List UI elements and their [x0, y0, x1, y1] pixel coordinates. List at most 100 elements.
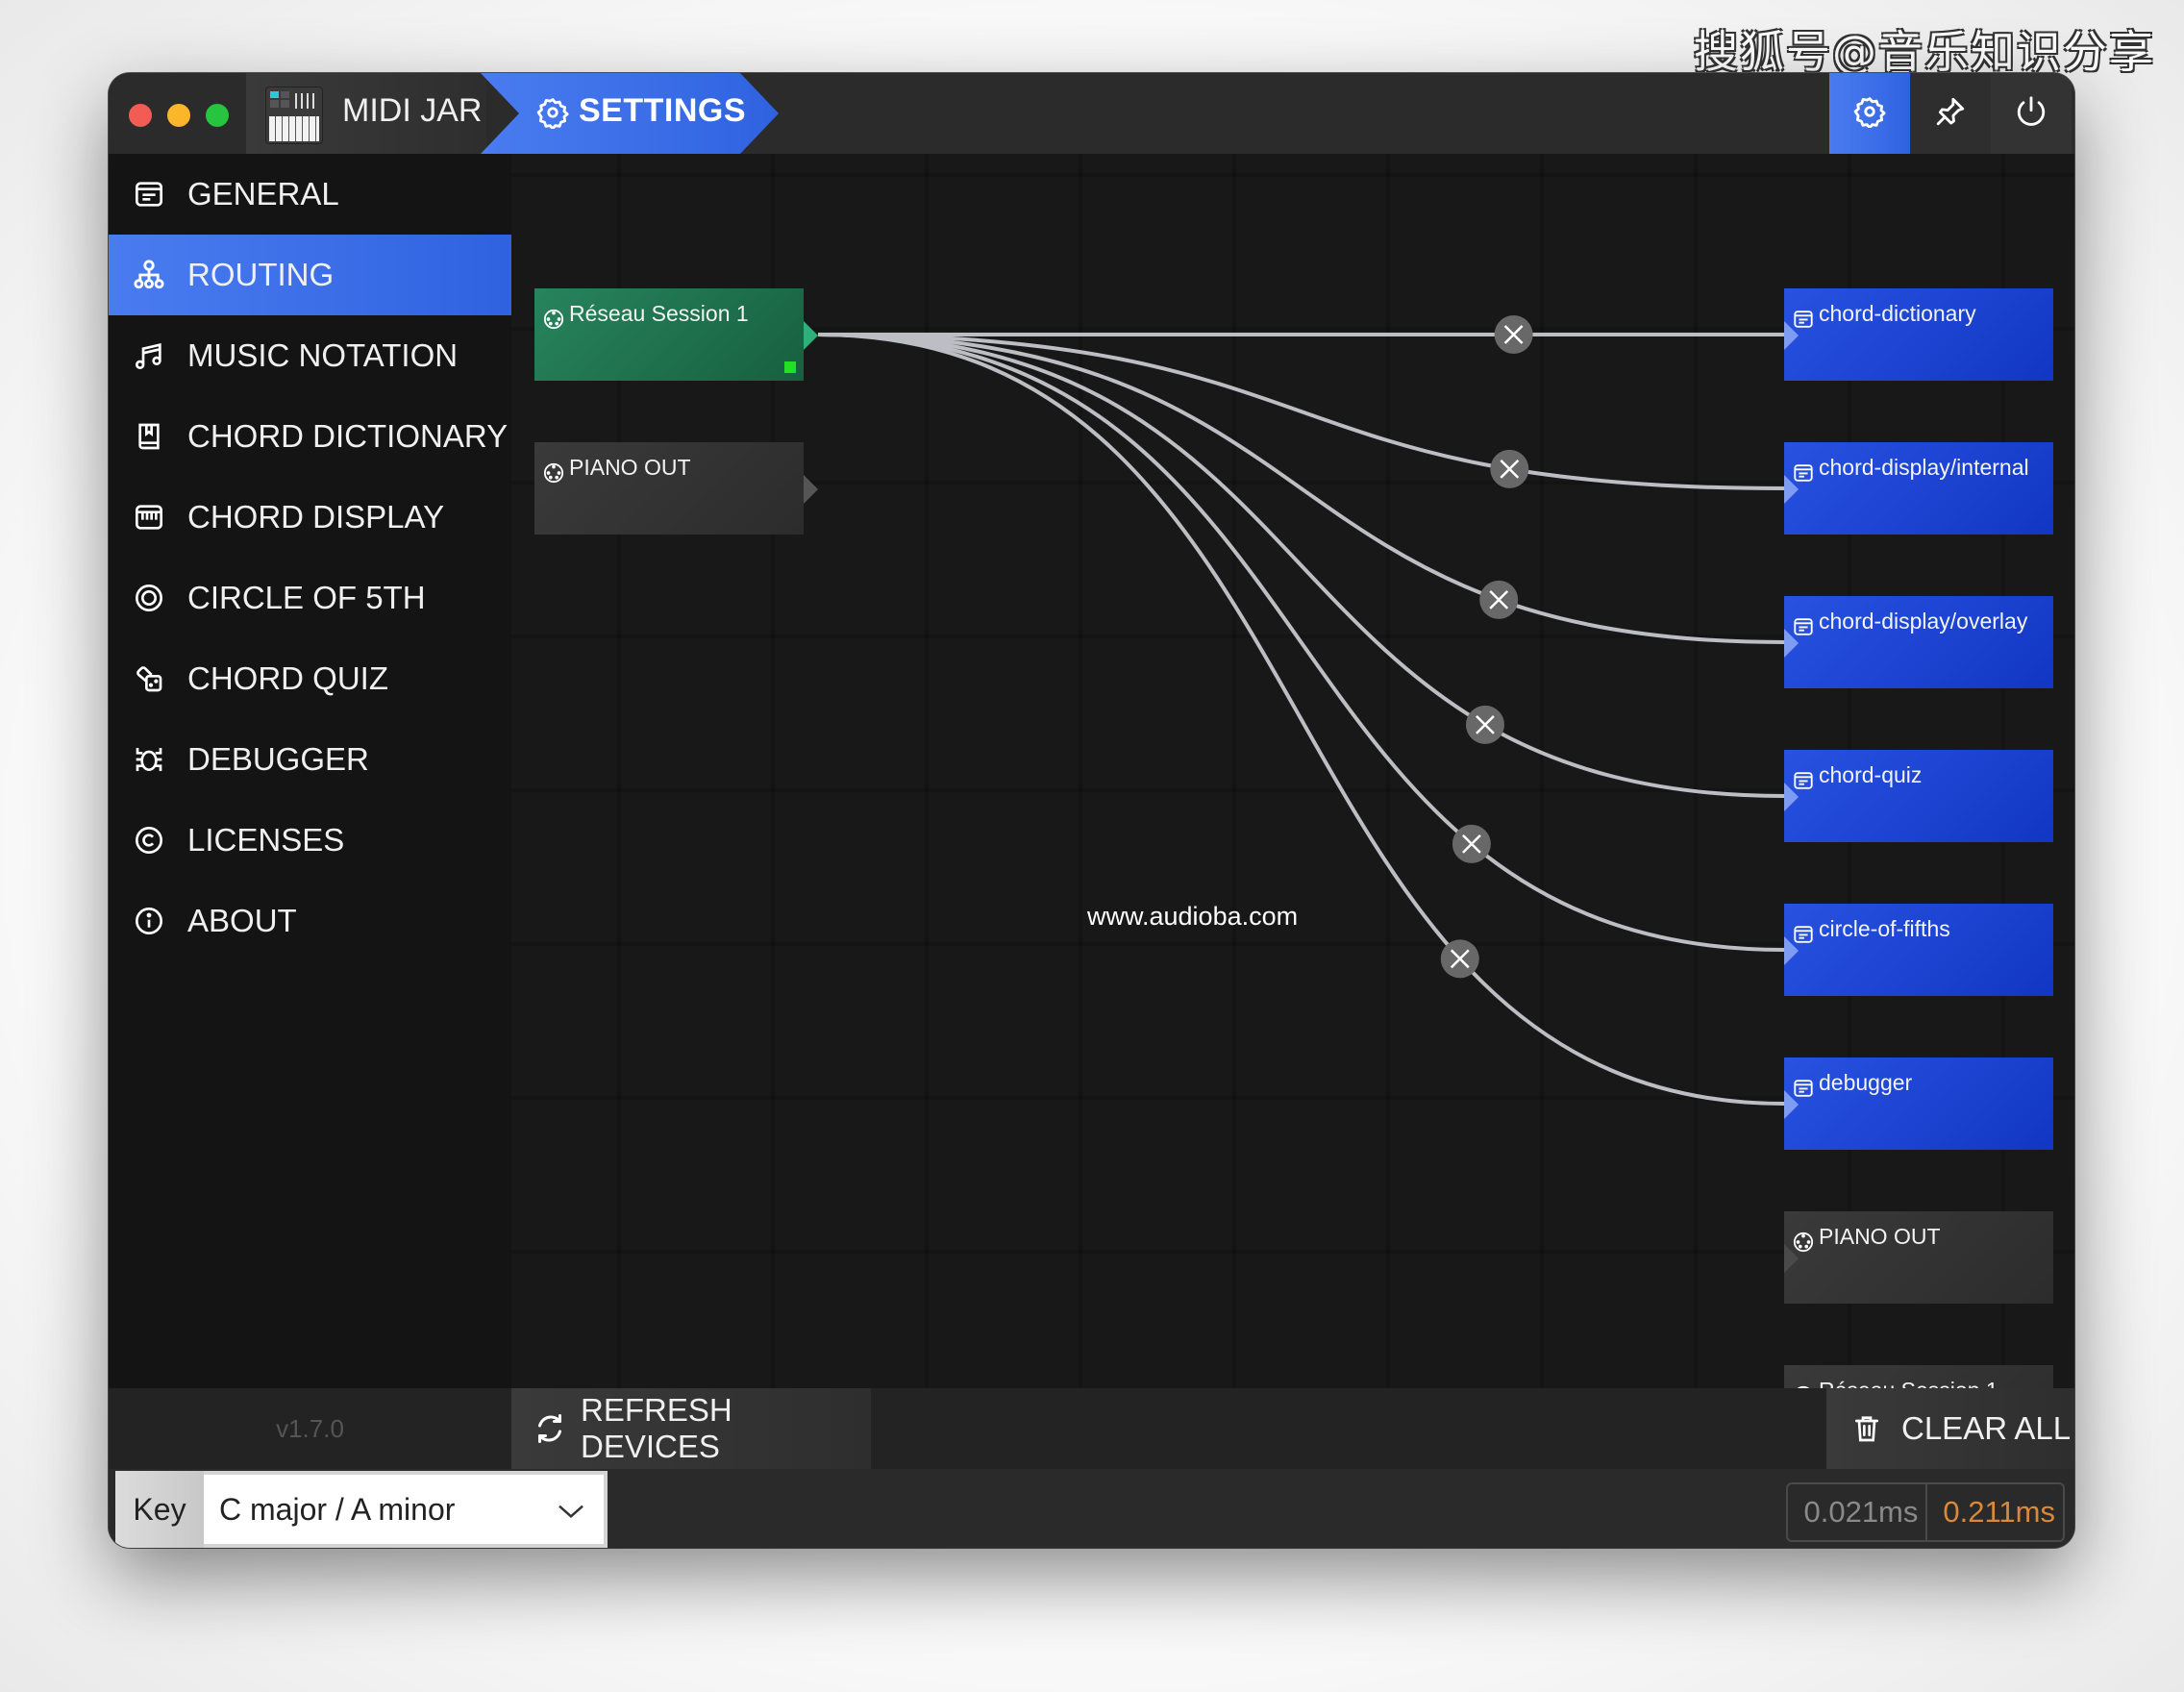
sidebar: GENERAL ROUTING MUSIC NOTATION CHORD DIC…	[109, 154, 511, 1388]
app-name: MIDI JAR	[342, 92, 483, 129]
book-icon	[132, 419, 166, 454]
minimize-window-button[interactable]	[167, 104, 190, 127]
key-select[interactable]: C major / A minor	[204, 1475, 604, 1544]
app-logo-icon	[265, 87, 323, 144]
target-node-label: PIANO OUT	[1819, 1224, 1941, 1249]
source-node[interactable]: PIANO OUT	[534, 442, 818, 535]
close-window-button[interactable]	[129, 104, 152, 127]
target-node-label: chord-display/internal	[1819, 455, 2029, 480]
settings-button[interactable]	[1829, 73, 1910, 154]
sidebar-item-label: ABOUT	[187, 903, 297, 938]
target-node-label: debugger	[1819, 1070, 1913, 1095]
sidebar-item-label: CHORD QUIZ	[187, 660, 388, 696]
target-node[interactable]: chord-display/internal	[1784, 442, 2053, 535]
target-node-label: chord-display/overlay	[1819, 609, 2028, 634]
input-port[interactable]	[1784, 783, 1799, 811]
version-label: v1.7.0	[276, 1413, 344, 1443]
source-node[interactable]: Réseau Session 1	[534, 288, 818, 381]
sidebar-item-label: ROUTING	[187, 257, 335, 292]
sidebar-item-chord-quiz[interactable]: CHORD QUIZ	[109, 638, 511, 719]
maximize-window-button[interactable]	[206, 104, 229, 127]
target-node[interactable]: chord-quiz	[1784, 750, 2053, 842]
window-icon	[132, 177, 166, 212]
target-node-label: chord-dictionary	[1819, 301, 1976, 326]
sidebar-item-label: GENERAL	[187, 176, 339, 212]
connection-line	[817, 333, 1785, 1106]
tab-settings-label: SETTINGS	[579, 92, 747, 129]
sidebar-item-music-notation[interactable]: MUSIC NOTATION	[109, 315, 511, 396]
sidebar-item-label: LICENSES	[187, 822, 345, 858]
remove-connection-button[interactable]	[1479, 580, 1519, 619]
key-selector: Key C major / A minor	[115, 1471, 608, 1548]
bottom-toolbar: v1.7.0 REFRESH DEVICES CLEAR ALL	[109, 1388, 2074, 1469]
remove-connection-button[interactable]	[1490, 449, 1529, 488]
refresh-devices-label: REFRESH DEVICES	[581, 1392, 732, 1464]
connection-line	[817, 333, 1785, 644]
circle-icon	[132, 581, 166, 615]
gear-icon	[536, 96, 569, 134]
target-node-label: circle-of-fifths	[1819, 916, 1950, 941]
source-node-label: Réseau Session 1	[569, 301, 749, 326]
activity-indicator	[784, 361, 796, 373]
target-node[interactable]: debugger	[1784, 1058, 2053, 1150]
sidebar-item-circle-of-5th[interactable]: CIRCLE OF 5TH	[109, 558, 511, 638]
output-port[interactable]	[804, 321, 818, 350]
remove-connection-button[interactable]	[1440, 939, 1479, 979]
sidebar-item-debugger[interactable]: DEBUGGER	[109, 719, 511, 800]
app-home-tab[interactable]: MIDI JAR	[246, 73, 486, 154]
timing-value-1: 0.021ms	[1788, 1484, 1928, 1540]
connection-line	[817, 333, 1785, 952]
music-note-icon	[132, 338, 166, 373]
remove-connection-button[interactable]	[1494, 315, 1533, 354]
sidebar-item-routing[interactable]: ROUTING	[109, 235, 511, 315]
input-port[interactable]	[1784, 1244, 1799, 1273]
midi-port-icon	[543, 303, 564, 341]
pin-icon	[1934, 95, 1967, 133]
input-port[interactable]	[1784, 1090, 1799, 1119]
dice-icon	[132, 661, 166, 696]
target-node[interactable]: chord-display/overlay	[1784, 596, 2053, 688]
pin-button[interactable]	[1910, 73, 1991, 154]
sidebar-item-chord-dictionary[interactable]: CHORD DICTIONARY	[109, 396, 511, 477]
sidebar-item-label: CHORD DICTIONARY	[187, 418, 509, 454]
timing-value-2: 0.211ms	[1943, 1495, 2055, 1529]
overlay-url-text: www.audioba.com	[1087, 902, 1299, 931]
refresh-icon	[533, 1411, 567, 1446]
input-port[interactable]	[1784, 475, 1799, 504]
routing-canvas: Réseau Session 1 PIANO OUT chord-diction…	[511, 154, 2074, 1457]
input-port[interactable]	[1784, 936, 1799, 965]
key-select-value: C major / A minor	[219, 1491, 456, 1527]
power-button[interactable]	[1991, 73, 2072, 154]
sidebar-item-label: CIRCLE OF 5TH	[187, 580, 426, 615]
input-port[interactable]	[1784, 629, 1799, 658]
bug-icon	[132, 742, 166, 777]
title-bar: MIDI JAR SETTINGS	[109, 73, 2074, 154]
clear-all-button[interactable]: CLEAR ALL	[1826, 1388, 2074, 1469]
app-window: MIDI JAR SETTINGS GENERAL ROUTING MUSIC …	[109, 73, 2074, 1548]
refresh-devices-button[interactable]: REFRESH DEVICES	[511, 1388, 871, 1469]
sidebar-item-label: MUSIC NOTATION	[187, 337, 459, 373]
timing-readout: 0.021ms 0.211ms	[1786, 1482, 2065, 1542]
info-icon	[132, 904, 166, 938]
output-port[interactable]	[804, 475, 818, 504]
sidebar-item-licenses[interactable]: LICENSES	[109, 800, 511, 881]
remove-connection-button[interactable]	[1452, 824, 1491, 863]
target-node[interactable]: PIANO OUT	[1784, 1211, 2053, 1304]
gear-icon	[1853, 95, 1886, 133]
sidebar-item-about[interactable]: ABOUT	[109, 881, 511, 961]
tab-settings[interactable]: SETTINGS	[481, 73, 779, 154]
network-icon	[132, 258, 166, 292]
target-node[interactable]: chord-dictionary	[1784, 288, 2053, 381]
input-port[interactable]	[1784, 321, 1799, 350]
status-bar: Key C major / A minor 0.021ms 0.211ms	[109, 1469, 2074, 1548]
remove-connection-button[interactable]	[1465, 705, 1504, 744]
copyright-icon	[132, 823, 166, 858]
target-node[interactable]: circle-of-fifths	[1784, 904, 2053, 996]
key-label: Key	[115, 1471, 204, 1548]
sidebar-item-general[interactable]: GENERAL	[109, 154, 511, 235]
target-node-label: chord-quiz	[1819, 762, 1923, 787]
sidebar-item-chord-display[interactable]: CHORD DISPLAY	[109, 477, 511, 558]
connection-line	[817, 333, 1785, 798]
piano-icon	[132, 500, 166, 535]
overlay-watermark: 搜狐号@音乐知识分享	[1694, 26, 2155, 78]
